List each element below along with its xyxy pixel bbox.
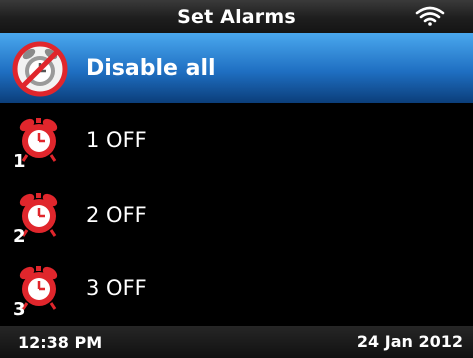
alarm-row-1[interactable]: 1 1 OFF <box>0 105 473 175</box>
title-bar: Set Alarms <box>0 0 473 33</box>
alarm-label: 2 OFF <box>86 203 147 227</box>
alarm-number: 3 <box>13 299 26 317</box>
page-title: Set Alarms <box>177 5 296 28</box>
alarm-label: 1 OFF <box>86 128 147 152</box>
status-bar: 12:38 PM 24 Jan 2012 <box>0 326 473 358</box>
alarm-clock-icon: 2 <box>12 190 66 247</box>
wifi-icon <box>415 6 445 30</box>
disable-all-item[interactable]: Disable all <box>0 33 473 103</box>
alarm-row-3[interactable]: 3 3 OFF <box>0 253 473 323</box>
disabled-alarm-icon <box>12 41 68 97</box>
alarm-number: 1 <box>13 151 26 169</box>
clock-time: 12:38 PM <box>18 333 103 352</box>
disable-all-label: Disable all <box>86 55 216 81</box>
alarm-row-2[interactable]: 2 2 OFF <box>0 180 473 250</box>
alarm-clock-icon: 3 <box>12 263 66 320</box>
clock-date: 24 Jan 2012 <box>356 332 463 351</box>
alarm-number: 2 <box>13 226 26 244</box>
alarm-label: 3 OFF <box>86 276 147 300</box>
alarm-clock-icon: 1 <box>12 115 66 172</box>
